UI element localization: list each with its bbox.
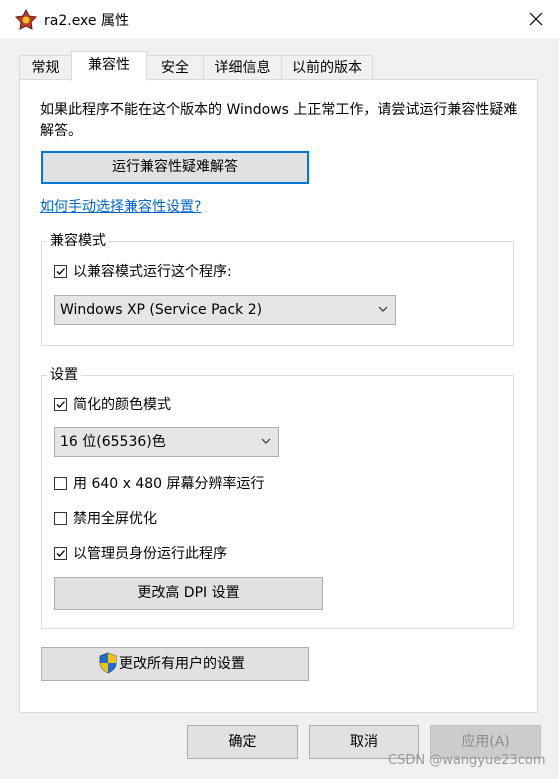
chevron-down-icon <box>261 438 271 444</box>
apply-label: 应用(A) <box>461 734 510 750</box>
compat-mode-checkbox[interactable] <box>54 265 67 278</box>
cancel-label: 取消 <box>350 734 378 750</box>
settings-group: 设置 简化的颜色模式 16 位(65536)色 用 640 x 480 屏幕分辨… <box>41 366 514 629</box>
tab-previous-versions[interactable]: 以前的版本 <box>281 55 373 80</box>
tab-compatibility[interactable]: 兼容性 <box>71 51 147 81</box>
compat-mode-group-label: 兼容模式 <box>47 232 109 250</box>
disable-fullscreen-checkbox[interactable] <box>54 512 67 525</box>
chevron-down-icon <box>378 306 388 312</box>
res-640-checkbox[interactable] <box>54 477 67 490</box>
reduced-color-label: 简化的颜色模式 <box>73 397 171 413</box>
run-troubleshooter-button[interactable]: 运行兼容性疑难解答 <box>41 151 309 184</box>
compat-mode-checkbox-label: 以兼容模式运行这个程序: <box>73 264 232 280</box>
tab-details[interactable]: 详细信息 <box>203 55 282 80</box>
res-640-label: 用 640 x 480 屏幕分辨率运行 <box>73 476 265 492</box>
compat-mode-group: 兼容模式 以兼容模式运行这个程序: Windows XP (Service Pa… <box>41 232 514 346</box>
title-bar: ra2.exe 属性 <box>0 0 559 38</box>
tab-previous-versions-label: 以前的版本 <box>292 60 362 76</box>
checkmark-icon <box>56 550 65 557</box>
watermark: CSDN @wangyue23com <box>388 753 546 768</box>
os-version-select[interactable]: Windows XP (Service Pack 2) <box>54 295 396 325</box>
change-dpi-label: 更改高 DPI 设置 <box>137 585 240 601</box>
settings-group-label: 设置 <box>47 366 81 384</box>
run-as-admin-label: 以管理员身份运行此程序 <box>73 546 227 562</box>
tab-details-label: 详细信息 <box>214 60 271 76</box>
os-version-select-value: Windows XP (Service Pack 2) <box>60 302 263 318</box>
tab-general-label: 常规 <box>31 60 60 76</box>
color-mode-select-value: 16 位(65536)色 <box>60 434 166 450</box>
compat-description: 如果此程序不能在这个版本的 Windows 上正常工作，请尝试运行兼容性疑难解答… <box>40 102 518 139</box>
tab-security[interactable]: 安全 <box>146 55 204 80</box>
checkmark-icon <box>56 268 65 275</box>
ok-button[interactable]: 确定 <box>187 725 298 759</box>
tab-compatibility-label: 兼容性 <box>88 57 130 73</box>
change-dpi-button[interactable]: 更改高 DPI 设置 <box>54 577 323 610</box>
run-troubleshooter-label: 运行兼容性疑难解答 <box>112 159 238 175</box>
color-mode-select[interactable]: 16 位(65536)色 <box>54 427 279 457</box>
tab-general[interactable]: 常规 <box>19 55 72 80</box>
compatibility-panel: 如果此程序不能在这个版本的 Windows 上正常工作，请尝试运行兼容性疑难解答… <box>19 79 538 713</box>
ra2-app-icon <box>14 8 38 30</box>
manual-settings-link[interactable]: 如何手动选择兼容性设置? <box>40 196 201 216</box>
reduced-color-checkbox[interactable] <box>54 398 67 411</box>
close-button[interactable] <box>513 0 559 38</box>
disable-fullscreen-label: 禁用全屏优化 <box>73 511 157 527</box>
window-title: ra2.exe 属性 <box>44 13 129 29</box>
change-all-users-button[interactable]: 更改所有用户的设置 <box>41 647 309 681</box>
change-all-users-label: 更改所有用户的设置 <box>119 656 245 672</box>
tab-security-label: 安全 <box>161 60 189 76</box>
close-icon <box>529 12 543 26</box>
checkmark-icon <box>56 401 65 408</box>
run-as-admin-checkbox[interactable] <box>54 547 67 560</box>
ok-label: 确定 <box>228 734 257 750</box>
uac-shield-icon <box>99 652 117 674</box>
